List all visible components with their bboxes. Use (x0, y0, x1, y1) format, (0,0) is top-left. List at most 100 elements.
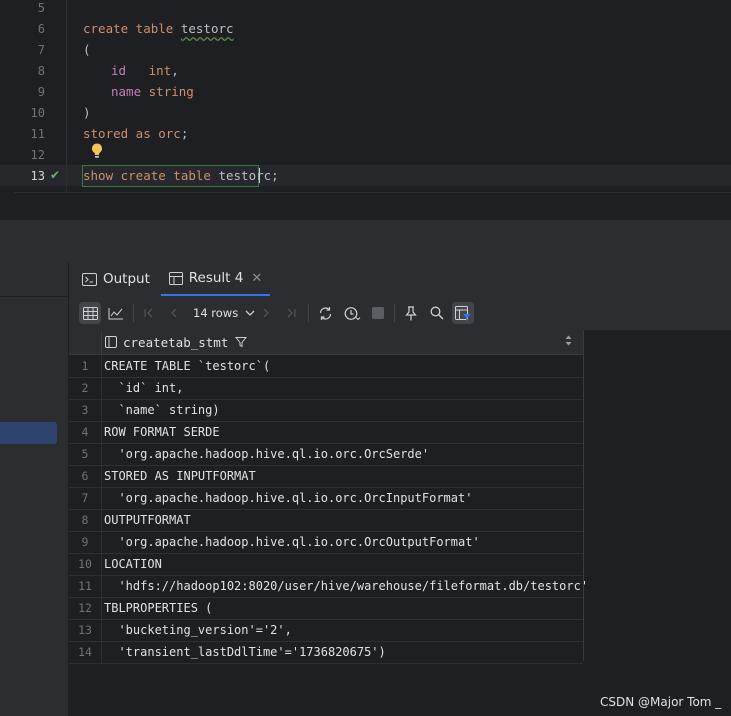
code-line-6: create table testorc (83, 21, 234, 36)
table-cell[interactable]: CREATE TABLE `testorc`( (104, 355, 270, 377)
next-page-button[interactable] (255, 302, 277, 324)
code-keyword: create table (83, 21, 181, 36)
search-button[interactable] (426, 302, 448, 324)
code-line-7: ( (83, 42, 91, 57)
chevron-right-icon (263, 308, 269, 318)
table-icon (168, 271, 183, 285)
page-size-dropdown[interactable]: 14 rows (193, 302, 255, 324)
grid-header-row: createtab_stmt (69, 330, 583, 355)
line-number: 6 (37, 22, 45, 36)
line-number: 12 (30, 148, 45, 162)
stop-button[interactable] (367, 302, 389, 324)
line-number-current: 13 (30, 169, 45, 183)
refresh-icon (319, 306, 331, 320)
code-line-9: name string (111, 84, 194, 99)
table-row[interactable]: 7 'org.apache.hadoop.hive.ql.io.orc.OrcI… (69, 487, 583, 510)
table-row[interactable]: 12 TBLPROPERTIES ( (69, 597, 583, 620)
code-table-name: testorc (218, 168, 272, 183)
table-view-button[interactable] (79, 302, 101, 324)
filter-icon[interactable] (235, 336, 248, 348)
pin-tab-button[interactable] (400, 302, 422, 324)
reload-button[interactable] (314, 302, 336, 324)
lightbulb-icon[interactable] (90, 142, 104, 160)
code-keyword: stored as orc (83, 126, 181, 141)
table-cell[interactable]: `id` int, (104, 377, 183, 399)
table-cell[interactable]: 'org.apache.hadoop.hive.ql.io.orc.OrcOut… (104, 531, 479, 553)
code-line-8: id int, (111, 63, 179, 78)
code-semicolon: ; (271, 168, 279, 183)
line-number: 9 (37, 85, 45, 99)
table-cell[interactable]: 'hdfs://hadoop102:8020/user/hive/warehou… (104, 575, 588, 597)
code-line-13: show create table testorc; (83, 168, 279, 183)
chevron-left-icon (171, 308, 177, 318)
table-cell[interactable]: 'org.apache.hadoop.hive.ql.io.orc.OrcSer… (104, 443, 429, 465)
row-number: 7 (69, 487, 102, 509)
clock-icon (344, 306, 360, 320)
code-type: int (148, 63, 172, 78)
chart-view-button[interactable] (105, 302, 127, 324)
table-cell[interactable]: STORED AS INPUTFORMAT (104, 465, 256, 487)
previous-page-button[interactable] (163, 302, 185, 324)
first-page-button[interactable] (138, 302, 160, 324)
selected-tree-item[interactable] (0, 422, 57, 444)
table-row[interactable]: 9 'org.apache.hadoop.hive.ql.io.orc.OrcO… (69, 531, 583, 554)
table-row[interactable]: 10 LOCATION (69, 553, 583, 576)
toolbar-separator (308, 304, 309, 322)
row-number: 6 (69, 465, 102, 487)
code-column: id (111, 63, 127, 78)
table-cell[interactable]: TBLPROPERTIES ( (104, 597, 212, 619)
table-cell[interactable]: LOCATION (104, 553, 162, 575)
code-column: name (111, 84, 142, 99)
table-row[interactable]: 4 ROW FORMAT SERDE (69, 421, 583, 444)
chart-icon (108, 307, 123, 319)
close-icon[interactable]: ✕ (251, 271, 262, 286)
code-comma: , (171, 63, 179, 78)
table-row[interactable]: 3 `name` string) (69, 399, 583, 422)
line-number: 5 (37, 1, 45, 15)
tab-label: Result 4 (188, 270, 244, 286)
grid-right-border (583, 330, 584, 661)
table-cell[interactable]: `name` string) (104, 399, 219, 421)
results-panel: Output Result 4 ✕ 14 rows createtab_stmt… (69, 262, 731, 716)
tab-result[interactable]: Result 4 ✕ (161, 262, 270, 296)
table-row[interactable]: 11 'hdfs://hadoop102:8020/user/hive/ware… (69, 575, 588, 598)
line-number: 7 (37, 43, 45, 57)
first-page-icon (144, 308, 153, 318)
column-header[interactable]: createtab_stmt (105, 330, 248, 354)
auto-refresh-button[interactable] (341, 302, 363, 324)
table-row[interactable]: 14 'transient_lastDdlTime'='1736820675') (69, 641, 583, 664)
services-tree-panel (0, 262, 69, 716)
tab-output[interactable]: Output (82, 262, 150, 296)
row-number: 5 (69, 443, 102, 465)
code-type: string (148, 84, 194, 99)
row-number: 13 (69, 619, 102, 641)
last-page-button[interactable] (280, 302, 302, 324)
column-icon (105, 336, 117, 348)
table-view-icon (82, 306, 98, 320)
tab-label: Output (103, 271, 150, 287)
results-toolbar: 14 rows (69, 296, 731, 331)
view-settings-button[interactable] (452, 302, 474, 324)
table-row[interactable]: 5 'org.apache.hadoop.hive.ql.io.orc.OrcS… (69, 443, 583, 466)
table-cell[interactable]: 'bucketing_version'='2', (104, 619, 291, 641)
console-icon (82, 272, 97, 286)
table-cell[interactable]: 'transient_lastDdlTime'='1736820675') (104, 641, 385, 663)
code-line-10: ) (83, 105, 91, 120)
table-row[interactable]: 1 CREATE TABLE `testorc`( (69, 355, 583, 378)
table-row[interactable]: 13 'bucketing_version'='2', (69, 619, 583, 642)
filter-view-icon (455, 305, 471, 321)
table-row[interactable]: 8 OUTPUTFORMAT (69, 509, 583, 532)
table-cell[interactable]: 'org.apache.hadoop.hive.ql.io.orc.OrcInp… (104, 487, 472, 509)
table-row[interactable]: 2 `id` int, (69, 377, 583, 400)
checkmark-icon[interactable]: ✔ (50, 168, 60, 182)
sql-editor[interactable]: 5 6 7 8 9 10 11 12 13 ✔ create table tes… (0, 0, 731, 221)
row-number: 10 (69, 553, 102, 575)
table-cell[interactable]: ROW FORMAT SERDE (104, 421, 220, 443)
table-cell[interactable]: OUTPUTFORMAT (104, 509, 191, 531)
panel-divider[interactable] (0, 220, 731, 263)
sort-icon[interactable] (565, 335, 572, 349)
code-line-11: stored as orc; (83, 126, 188, 141)
horizontal-scrollbar[interactable] (14, 192, 731, 221)
line-number: 10 (30, 106, 45, 120)
table-row[interactable]: 6 STORED AS INPUTFORMAT (69, 465, 583, 488)
